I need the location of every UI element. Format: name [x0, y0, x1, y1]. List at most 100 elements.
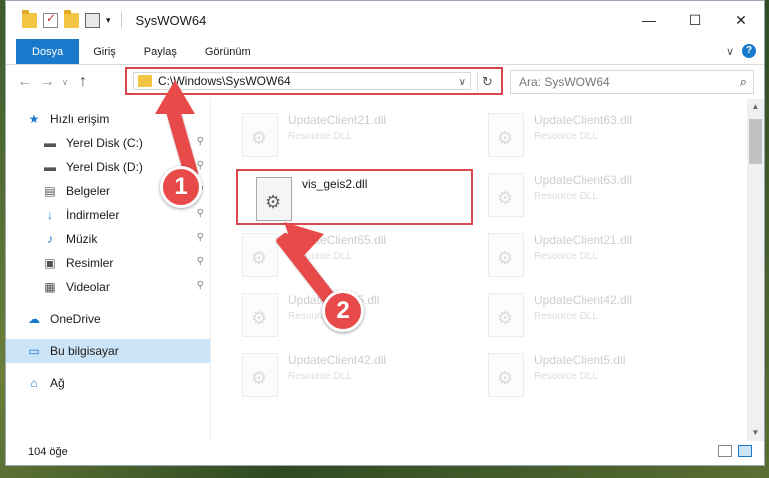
tab-file[interactable]: Dosya: [16, 39, 80, 64]
pin-icon[interactable]: ⚲: [197, 256, 204, 267]
minimize-button[interactable]: —: [626, 1, 672, 39]
file-item-vis-geis2[interactable]: vis_geis2.dll: [230, 173, 460, 229]
file-item[interactable]: UpdateClient63.dll Resource DLL: [462, 169, 692, 225]
sidebar-item-network[interactable]: ⌂ Ağ: [6, 371, 210, 395]
search-input[interactable]: Ara: SysWOW64 ⌕: [510, 70, 754, 94]
pin-icon[interactable]: ⚲: [197, 160, 204, 171]
drive-icon: ▬: [44, 136, 56, 150]
ribbon-tabs: Dosya Giriş Paylaş Görünüm ∨ ?: [6, 39, 764, 65]
explorer-window: ▾ SysWOW64 — ☐ ✕ Dosya Giriş Paylaş Görü…: [5, 0, 765, 466]
address-row: ← → ∨ ↑ C:\Windows\SysWOW64 ∨ ↻ Ara: Sys…: [6, 65, 764, 99]
title-separator: [120, 12, 122, 28]
tab-share[interactable]: Paylaş: [130, 39, 191, 64]
computer-icon: ▭: [28, 344, 40, 358]
ribbon-expand-icon[interactable]: ∨: [726, 45, 734, 58]
window-title: SysWOW64: [135, 12, 207, 28]
up-icon[interactable]: ↑: [72, 73, 94, 91]
file-item[interactable]: UpdateClient5.dll Resource DLL: [462, 349, 692, 405]
sidebar-item-label: Yerel Disk (D:): [66, 160, 143, 174]
file-name: UpdateClient63.dll: [534, 173, 633, 187]
address-dropdown-icon[interactable]: ∨: [459, 77, 466, 88]
dll-file-icon: [488, 353, 524, 397]
sidebar-item-music[interactable]: ♪ Müzik ⚲: [6, 227, 210, 251]
dll-file-icon: [242, 353, 278, 397]
large-icons-view-icon[interactable]: [738, 445, 752, 457]
file-name: UpdateClient42.dll: [288, 353, 387, 367]
sidebar-item-pictures[interactable]: ▣ Resimler ⚲: [6, 251, 210, 275]
file-type: Resource DLL: [534, 371, 598, 382]
dll-file-icon: [242, 293, 278, 337]
qa-dropdown-icon[interactable]: ▾: [106, 15, 111, 26]
file-item[interactable]: UpdateClient42.dll Resource DLL: [462, 289, 692, 345]
customize-icon[interactable]: [85, 12, 100, 28]
back-icon[interactable]: ←: [14, 73, 36, 91]
file-item[interactable]: UpdateClient21.dll Resource DLL: [216, 109, 446, 165]
sidebar-item-label: Videolar: [66, 280, 110, 294]
help-icon[interactable]: ?: [742, 44, 756, 58]
file-type: Resource DLL: [534, 191, 598, 202]
close-button[interactable]: ✕: [718, 1, 764, 39]
file-list: UpdateClient21.dll Resource DLL UpdateCli…: [216, 99, 746, 441]
refresh-icon[interactable]: ↻: [477, 72, 497, 92]
sidebar-item-label: Belgeler: [66, 184, 111, 198]
file-item[interactable]: UpdateClient63.dll Resource DLL: [462, 109, 692, 165]
pin-icon[interactable]: ⚲: [197, 232, 204, 243]
file-item[interactable]: UpdateClient65.dllResource DLL: [216, 229, 446, 285]
recent-locations-icon[interactable]: ∨: [58, 77, 72, 88]
sidebar-item-label: Yerel Disk (C:): [66, 136, 143, 150]
vertical-scrollbar[interactable]: ▲ ▼: [747, 99, 764, 441]
search-icon[interactable]: ⌕: [740, 74, 747, 90]
forward-icon[interactable]: →: [36, 73, 58, 91]
view-buttons: [718, 445, 752, 457]
maximize-button[interactable]: ☐: [672, 1, 718, 39]
file-item[interactable]: UpdateClient42.dll Resource DLL: [216, 349, 446, 405]
step-badge-1: 1: [160, 166, 202, 208]
title-bar: ▾ SysWOW64 — ☐ ✕: [6, 1, 764, 39]
star-icon: ★: [28, 112, 40, 126]
file-name: UpdateClient63.dll: [534, 113, 633, 127]
sidebar-item-onedrive[interactable]: ☁ OneDrive: [6, 307, 210, 331]
annotation-arrowhead-2: [284, 222, 324, 262]
folder-icon: [22, 9, 37, 28]
quick-access-toolbar: ▾ SysWOW64: [6, 9, 207, 28]
highlighted-file-item[interactable]: vis_geis2.dll: [236, 169, 473, 225]
step-badge-2: 2: [322, 290, 364, 332]
pin-icon[interactable]: ⚲: [197, 208, 204, 219]
dll-file-icon: [488, 113, 524, 157]
sidebar-item-this-pc[interactable]: ▭ Bu bilgisayar: [6, 339, 210, 363]
dll-file-icon: [256, 177, 292, 221]
file-name: UpdateClient21.dll: [534, 233, 633, 247]
music-icon: ♪: [47, 232, 53, 246]
video-icon: ▦: [44, 280, 56, 294]
sidebar-item-label: Resimler: [66, 256, 114, 270]
file-type: Resource DLL: [288, 371, 352, 382]
details-view-icon[interactable]: [718, 445, 732, 457]
pin-icon[interactable]: ⚲: [197, 136, 204, 147]
download-icon: ↓: [47, 208, 53, 222]
tab-view[interactable]: Görünüm: [191, 39, 265, 64]
file-name: UpdateClient21.dll: [288, 113, 387, 127]
file-type: Resource DLL: [534, 131, 598, 142]
sidebar-item-label: İndirmeler: [66, 208, 120, 222]
window-controls: — ☐ ✕: [626, 1, 764, 39]
new-folder-icon[interactable]: [64, 9, 79, 28]
properties-check-icon[interactable]: [43, 11, 58, 28]
item-count: 104 öğe: [28, 446, 68, 458]
tab-home[interactable]: Giriş: [79, 39, 130, 64]
scroll-up-icon[interactable]: ▲: [747, 99, 764, 115]
drive-icon: ▬: [44, 160, 56, 174]
pin-icon[interactable]: ⚲: [197, 280, 204, 291]
sidebar-item-videos[interactable]: ▦ Videolar ⚲: [6, 275, 210, 299]
scroll-thumb[interactable]: [749, 119, 762, 164]
sidebar-item-label: Ağ: [50, 376, 65, 390]
sidebar-item-label: Bu bilgisayar: [50, 344, 119, 358]
file-type: Resource DLL: [534, 311, 598, 322]
file-item[interactable]: UpdateClient21.dll Resource DLL: [462, 229, 692, 285]
file-name: UpdateClient42.dll: [534, 293, 633, 307]
sidebar-item-label: Müzik: [66, 232, 98, 246]
file-name: vis_geis2.dll: [302, 177, 368, 191]
dll-file-icon: [242, 233, 278, 277]
annotation-arrowhead-1: [155, 80, 195, 114]
cloud-icon: ☁: [28, 312, 40, 326]
documents-icon: ▤: [44, 184, 56, 198]
